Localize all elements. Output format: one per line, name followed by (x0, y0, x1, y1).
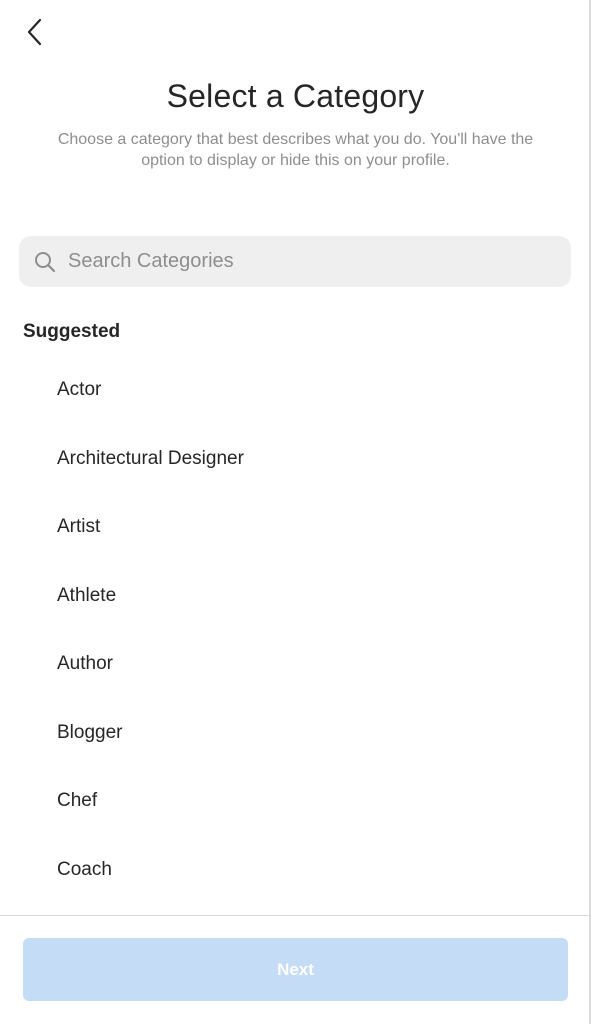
category-item-architectural-designer[interactable]: Architectural Designer (0, 425, 589, 494)
category-item-blogger[interactable]: Blogger (0, 699, 589, 768)
footer-divider (0, 915, 589, 916)
category-item-artist[interactable]: Artist (0, 493, 589, 562)
category-item-chef[interactable]: Chef (0, 767, 589, 836)
category-item-athlete[interactable]: Athlete (0, 562, 589, 631)
chevron-left-icon (27, 18, 42, 46)
page-title: Select a Category (166, 78, 425, 114)
category-item-author[interactable]: Author (0, 630, 589, 699)
search-input[interactable] (68, 250, 538, 273)
suggested-heading: Suggested (23, 321, 121, 342)
next-button[interactable]: Next (23, 938, 568, 1001)
search-bar[interactable] (19, 236, 571, 287)
category-item-coach[interactable]: Coach (0, 836, 589, 905)
page-subtitle: Choose a category that best describes wh… (57, 131, 534, 169)
category-item-actor[interactable]: Actor (0, 356, 589, 425)
category-list: Actor Architectural Designer Artist Athl… (0, 356, 589, 904)
back-button[interactable] (18, 14, 52, 50)
search-icon (33, 250, 57, 274)
